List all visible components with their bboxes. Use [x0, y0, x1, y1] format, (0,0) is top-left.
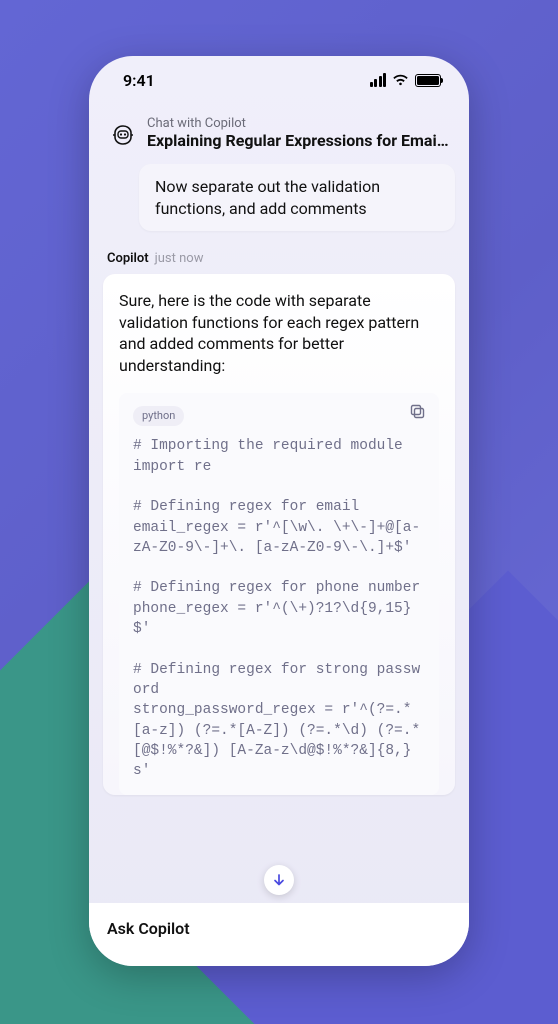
wifi-icon [392, 74, 409, 87]
chat-input-placeholder: Ask Copilot [107, 919, 190, 938]
code-block: python # Importing the required module i… [119, 393, 439, 796]
status-indicators [370, 73, 442, 87]
scroll-to-bottom-button[interactable] [264, 865, 294, 895]
chat-subtitle: Chat with Copilot [147, 116, 449, 131]
battery-icon [415, 74, 441, 87]
copy-icon [409, 403, 427, 421]
chat-header[interactable]: Chat with Copilot Explaining Regular Exp… [89, 104, 469, 164]
status-bar: 9:41 [89, 56, 469, 104]
phone-frame: 9:41 Chat with Copilot Explaining Regula… [89, 56, 469, 966]
status-time: 9:41 [123, 71, 155, 90]
user-message[interactable]: Now separate out the validation function… [139, 164, 455, 231]
sender-name: Copilot [107, 251, 149, 266]
copy-code-button[interactable] [409, 403, 427, 421]
signal-icon [370, 73, 387, 87]
code-language-badge: python [133, 406, 184, 427]
assistant-sender-line: Copilot just now [103, 231, 455, 274]
arrow-down-icon [271, 872, 287, 888]
copilot-avatar-icon [109, 120, 137, 148]
user-message-text: Now separate out the validation function… [155, 177, 380, 218]
assistant-message: Sure, here is the code with separate val… [103, 274, 455, 795]
code-content[interactable]: # Importing the required module import r… [133, 436, 425, 781]
messages-area: Now separate out the validation function… [89, 164, 469, 903]
chat-title: Explaining Regular Expressions for Email… [147, 131, 449, 150]
sender-time: just now [155, 251, 204, 266]
chat-input[interactable]: Ask Copilot [89, 903, 469, 966]
assistant-text: Sure, here is the code with separate val… [119, 290, 439, 376]
